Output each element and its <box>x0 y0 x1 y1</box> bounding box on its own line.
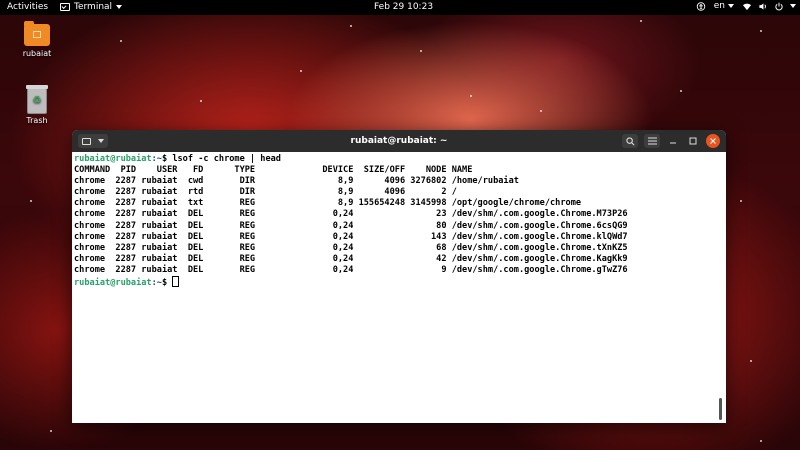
output-row: chrome 2287 rubaiat cwd DIR 8,9 4096 327… <box>74 176 519 187</box>
close-icon <box>710 138 716 144</box>
terminal-app-icon <box>60 3 70 11</box>
desktop-icon-label: rubaiat <box>22 49 52 58</box>
status-menu[interactable] <box>742 2 796 11</box>
output-row: chrome 2287 rubaiat DEL REG 0,24 68 /dev… <box>74 242 628 253</box>
chevron-down-icon <box>728 4 734 8</box>
power-icon <box>775 2 783 10</box>
prompt-symbol: $ <box>161 278 173 289</box>
prompt-symbol: $ <box>161 154 173 164</box>
desktop-icon-home[interactable]: rubaiat <box>12 21 62 58</box>
desktop-icon-trash[interactable]: ♻ Trash <box>12 85 62 125</box>
output-row: chrome 2287 rubaiat DEL REG 0,24 42 /dev… <box>74 253 628 264</box>
prompt-path: :~ <box>151 278 162 289</box>
terminal-window: rubaiat@rubaiat: ~ rubaiat@rubaiat:~$ ls… <box>72 130 726 423</box>
volume-icon <box>759 2 766 10</box>
chevron-down-icon <box>790 4 796 8</box>
text-cursor <box>172 276 180 288</box>
menu-button[interactable] <box>644 134 660 148</box>
home-folder-icon <box>24 21 50 46</box>
app-menu[interactable]: Terminal <box>60 2 123 12</box>
output-row: chrome 2287 rubaiat DEL REG 0,24 23 /dev… <box>74 209 628 220</box>
command-text: lsof -c chrome | head <box>172 154 281 164</box>
search-icon <box>625 136 634 145</box>
maximize-icon <box>689 137 697 145</box>
trash-icon: ♻ <box>26 85 48 114</box>
hamburger-icon <box>647 137 657 145</box>
prompt-line: rubaiat@rubaiat:~$ <box>74 276 726 289</box>
wifi-icon <box>742 3 752 10</box>
search-button[interactable] <box>622 134 638 148</box>
window-controls <box>622 134 720 148</box>
prompt-user: rubaiat@rubaiat <box>74 278 152 289</box>
clock[interactable]: Feb 29 10:23 <box>374 2 433 12</box>
command-line: rubaiat@rubaiat:~$ lsof -c chrome | head <box>74 154 726 165</box>
system-tray: en <box>696 1 796 11</box>
output-row: chrome 2287 rubaiat DEL REG 0,24 143 /de… <box>74 231 628 242</box>
output-row: chrome 2287 rubaiat rtd DIR 8,9 4096 2 / <box>74 187 457 198</box>
minimize-button[interactable] <box>666 134 680 148</box>
accessibility-icon[interactable] <box>696 1 706 11</box>
output-row: chrome 2287 rubaiat txt REG 8,9 15565424… <box>74 198 582 209</box>
language-label: en <box>713 1 725 11</box>
activities-button[interactable]: Activities <box>7 2 48 12</box>
language-indicator[interactable]: en <box>714 1 734 11</box>
minimize-icon <box>670 142 676 144</box>
close-button[interactable] <box>706 134 720 148</box>
output-header: COMMAND PID USER FD TYPE DEVICE SIZE/OFF… <box>74 165 473 176</box>
prompt-path: :~ <box>151 154 162 164</box>
scrollbar[interactable] <box>719 398 722 420</box>
terminal-output[interactable]: rubaiat@rubaiat:~$ lsof -c chrome | head… <box>72 152 726 423</box>
top-bar: Activities Terminal Feb 29 10:23 en <box>0 0 800 15</box>
output-row: chrome 2287 rubaiat DEL REG 0,24 80 /dev… <box>74 220 628 231</box>
prompt-user: rubaiat@rubaiat <box>74 154 152 164</box>
chevron-down-icon <box>116 5 123 9</box>
output-row: chrome 2287 rubaiat DEL REG 0,24 9 /dev/… <box>74 264 628 275</box>
window-titlebar[interactable]: rubaiat@rubaiat: ~ <box>72 130 726 152</box>
desktop-icon-label: Trash <box>26 116 48 125</box>
maximize-button[interactable] <box>686 134 700 148</box>
app-menu-label: Terminal <box>74 2 113 12</box>
